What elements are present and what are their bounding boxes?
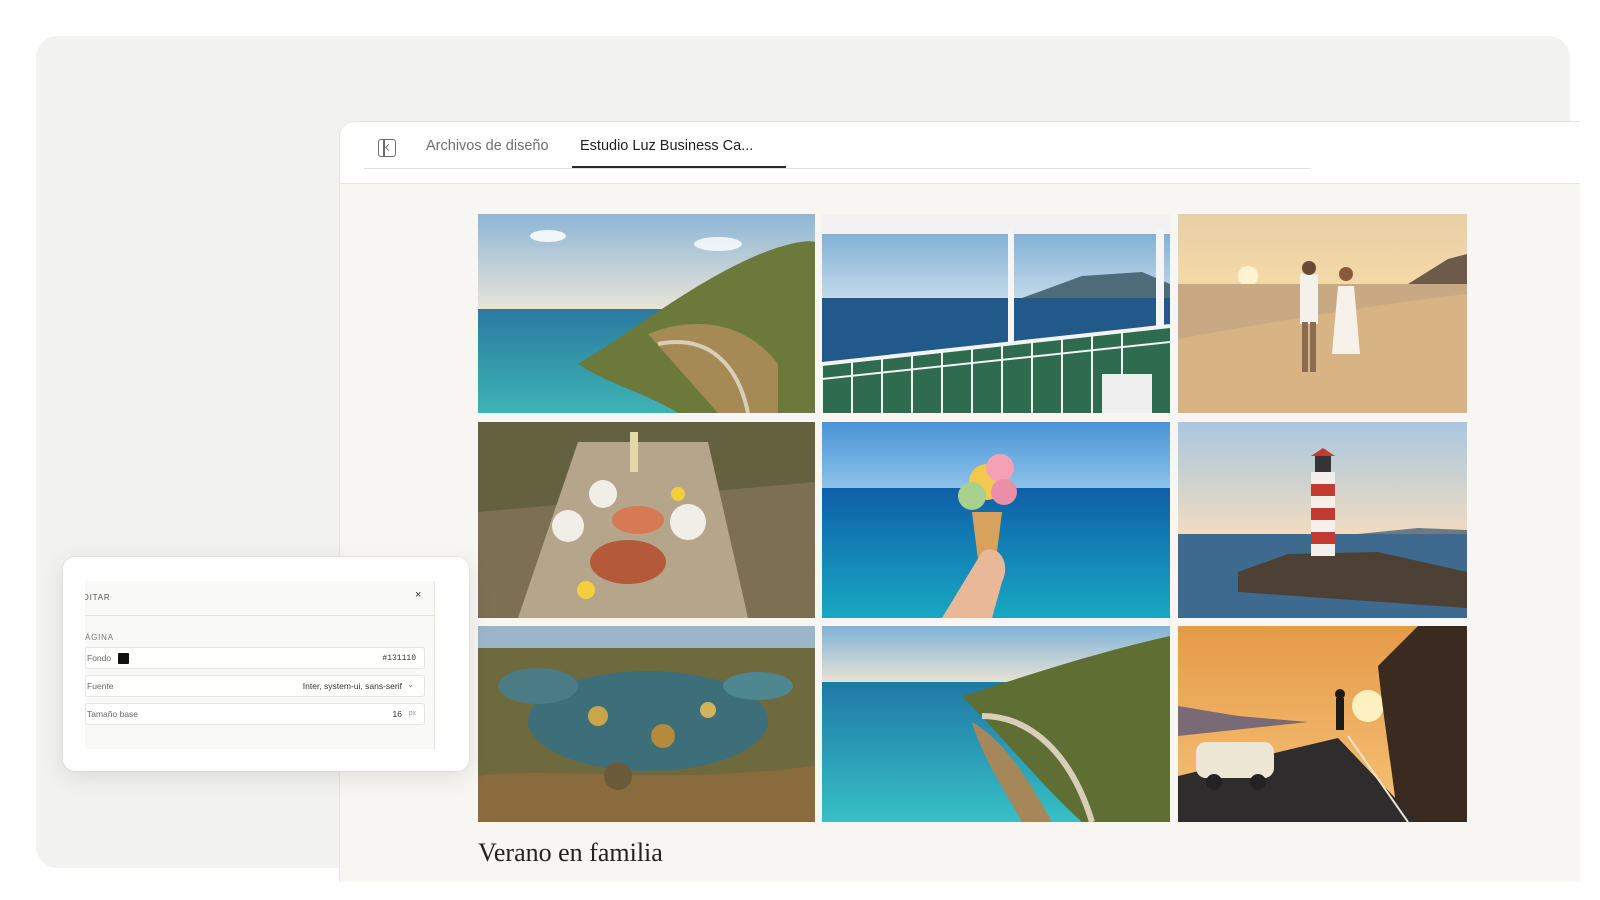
base-size-field[interactable]: Tamaño base 16 px: [85, 703, 425, 725]
photo-sunset-car[interactable]: [1178, 626, 1467, 822]
background-color-field[interactable]: Fondo #131110: [85, 647, 425, 669]
background-label: Fondo: [87, 653, 112, 663]
editor-panel: DITAR × ÁGINA Fondo #131110 Fuente Inter…: [85, 581, 435, 749]
background-value: #131110: [382, 654, 416, 663]
photo-coastal-cliff-road[interactable]: [478, 214, 815, 413]
tab-design-files[interactable]: Archivos de diseño: [426, 138, 549, 154]
tab-business-card[interactable]: Estudio Luz Business Ca...: [580, 138, 753, 154]
color-swatch[interactable]: [118, 653, 129, 664]
photo-coastal-road-bay[interactable]: [822, 626, 1170, 822]
chevron-down-icon: ⌄: [407, 680, 414, 689]
photo-ice-cream-sea[interactable]: [822, 422, 1170, 618]
base-size-unit: px: [408, 710, 416, 717]
font-select[interactable]: Fuente Inter, system-ui, sans-serif ⌄: [85, 675, 425, 697]
editor-popover: DITAR × ÁGINA Fondo #131110 Fuente Inter…: [63, 557, 469, 771]
editor-title: DITAR: [85, 593, 111, 602]
font-label: Fuente: [87, 681, 114, 691]
photo-tide-pool[interactable]: [478, 626, 815, 822]
font-value: Inter, system-ui, sans-serif: [302, 681, 402, 691]
photo-lighthouse[interactable]: [1178, 422, 1467, 618]
app-window: Archivos de diseño Estudio Luz Business …: [340, 122, 1580, 882]
base-size-value: 16: [392, 709, 402, 719]
close-icon[interactable]: ×: [415, 589, 421, 601]
tab-bar: Archivos de diseño Estudio Luz Business …: [340, 122, 1580, 184]
photo-seafood-table[interactable]: [478, 422, 815, 618]
sidebar-toggle-icon[interactable]: [378, 139, 396, 157]
photo-ferry-deck[interactable]: [822, 214, 1170, 413]
page-section-label: ÁGINA: [85, 633, 114, 642]
section-title: Verano en familia: [478, 838, 663, 867]
photo-beach-couple-sunset[interactable]: [1178, 214, 1467, 413]
base-size-label: Tamaño base: [87, 709, 139, 719]
